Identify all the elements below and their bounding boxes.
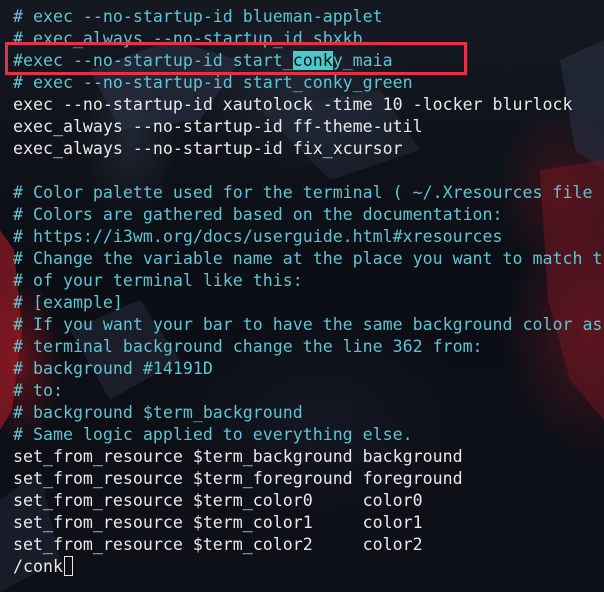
buffer-line-comment: # background $term_background	[13, 403, 303, 422]
buffer-line-comment: # background #14191D	[13, 359, 213, 378]
editor-buffer[interactable]: # exec --no-startup-id blueman-applet # e…	[13, 6, 602, 578]
buffer-line-comment: # Color palette used for the terminal ( …	[13, 183, 593, 202]
buffer-line-code: exec --no-startup-id xautolock -time 10 …	[13, 95, 573, 114]
buffer-line-comment: # [example]	[13, 293, 123, 312]
search-match-highlight: conk	[292, 51, 333, 70]
search-command-line[interactable]: /conk	[13, 556, 602, 578]
buffer-line-comment: # Same logic applied to everything else.	[13, 425, 413, 444]
line-text-before-match: #exec --no-startup-id start_	[13, 51, 293, 70]
buffer-line-comment: # exec --no-startup-id start_conky_green	[13, 73, 413, 92]
vim-terminal-window[interactable]: # exec --no-startup-id blueman-applet # e…	[0, 0, 604, 592]
buffer-line-code: set_from_resource $term_color0 color0	[13, 491, 423, 510]
buffer-line-comment: # terminal background change the line 36…	[13, 337, 483, 356]
buffer-line-code: set_from_resource $term_background backg…	[13, 447, 463, 466]
buffer-line-comment: # to:	[13, 381, 63, 400]
buffer-line-code: set_from_resource $term_color2 color2	[13, 535, 423, 554]
search-query-text: /conk	[13, 557, 63, 576]
buffer-line-highlighted: #exec --no-startup-id start_conky_maia	[13, 50, 602, 72]
text-cursor	[63, 556, 73, 576]
line-text-after-match: y_maia	[332, 51, 393, 70]
buffer-line-code: exec_always --no-startup-id ff-theme-uti…	[13, 117, 423, 136]
buffer-line-comment: # exec_always --no-startup_id sbxkb	[13, 29, 363, 48]
buffer-line-comment: # Colors are gathered based on the docum…	[13, 205, 503, 224]
buffer-line-blank	[13, 160, 602, 182]
buffer-line-comment: # exec --no-startup-id blueman-applet	[13, 7, 383, 26]
buffer-line-code: set_from_resource $term_color1 color1	[13, 513, 423, 532]
buffer-line-comment: # of your terminal like this:	[13, 271, 303, 290]
buffer-line-comment: # If you want your bar to have the same …	[13, 315, 603, 334]
buffer-line-comment: # https://i3wm.org/docs/userguide.html#x…	[13, 227, 503, 246]
buffer-line-code: set_from_resource $term_foreground foreg…	[13, 469, 463, 488]
buffer-line-comment: # Change the variable name at the place …	[13, 249, 603, 268]
buffer-line-code: exec_always --no-startup-id fix_xcursor	[13, 139, 403, 158]
